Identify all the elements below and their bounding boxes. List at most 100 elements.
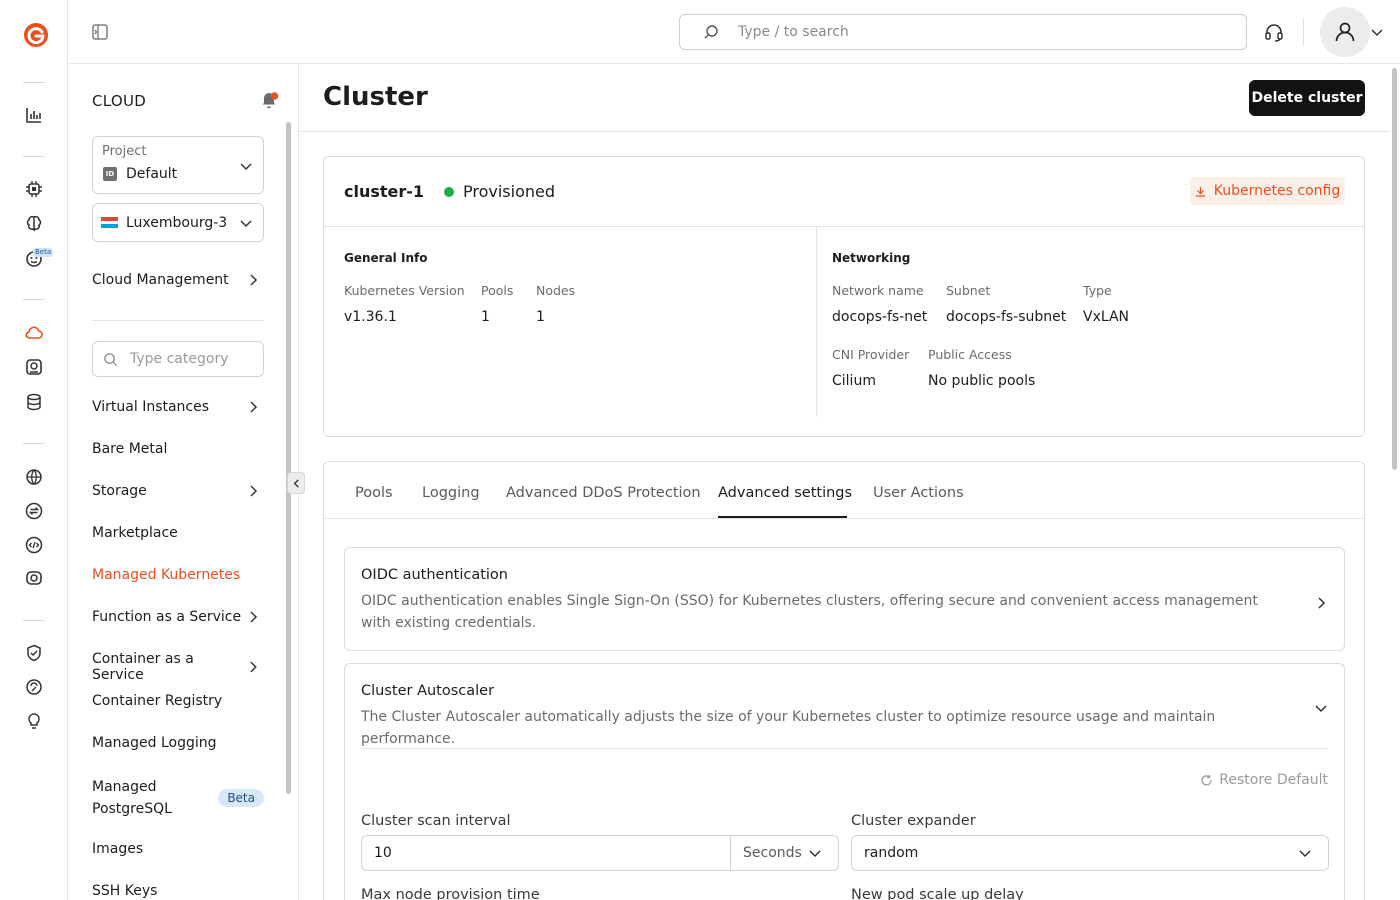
pools-value: 1 — [481, 309, 490, 325]
notification-bell-icon[interactable] — [258, 88, 280, 110]
global-search[interactable] — [679, 14, 1247, 50]
sidebar-item-label: Managed PostgreSQL — [92, 776, 172, 820]
sidebar-item-label: Container Registry — [92, 693, 223, 709]
category-search-input[interactable] — [130, 351, 250, 367]
download-icon — [1195, 186, 1205, 197]
global-search-input[interactable] — [738, 24, 1218, 40]
sidebar-collapse-handle[interactable] — [287, 472, 305, 494]
autoscaler-divider — [361, 748, 1328, 749]
category-search[interactable] — [92, 341, 264, 377]
region-selector[interactable]: Luxembourg-3 — [92, 203, 264, 242]
sidebar-item-label: Marketplace — [92, 525, 178, 541]
sidebar-item-function-as-a-service[interactable]: Function as a Service — [92, 609, 264, 625]
sidebar-item-storage[interactable]: Storage — [92, 483, 264, 499]
tab-advanced-settings[interactable]: Advanced settings — [718, 485, 852, 501]
chevron-down-icon[interactable] — [1314, 701, 1328, 715]
chevron-right-icon — [250, 274, 258, 286]
sidebar-item-label-line: Managed — [92, 779, 157, 795]
chevron-down-icon — [240, 163, 252, 171]
oidc-title: OIDC authentication — [361, 567, 508, 583]
bulb-icon[interactable] — [23, 710, 45, 732]
sidebar-item-ssh-keys[interactable]: SSH Keys — [92, 883, 264, 899]
sidebar-item-virtual-instances[interactable]: Virtual Instances — [92, 399, 264, 415]
oidc-description: OIDC authentication enables Single Sign-… — [361, 593, 1258, 631]
support-icon[interactable] — [23, 676, 45, 698]
network-name-value: docops-fs-net — [832, 309, 928, 325]
stream-icon[interactable] — [23, 567, 45, 589]
page-title: Cluster — [323, 82, 428, 112]
nodes-value: 1 — [536, 309, 545, 325]
project-value: ID Default — [103, 166, 177, 182]
cluster-status: Provisioned — [444, 182, 555, 201]
shield-check-icon[interactable] — [23, 642, 45, 664]
chevron-right-icon — [250, 661, 258, 673]
type-label: Type — [1083, 283, 1112, 298]
cloud-icon[interactable] — [23, 322, 45, 344]
sidebar-item-marketplace[interactable]: Marketplace — [92, 525, 264, 541]
cluster-name: cluster-1 — [344, 182, 425, 201]
sidebar: CLOUD Project ID Default Luxembourg-3 Cl… — [68, 64, 299, 900]
storage-disk-icon[interactable] — [23, 356, 45, 378]
sidebar-item-label: Storage — [92, 483, 147, 499]
sidebar-title: CLOUD — [92, 92, 147, 110]
analytics-icon[interactable] — [23, 104, 45, 126]
sidebar-item-container-registry[interactable]: Container Registry — [92, 693, 264, 709]
sidebar-item-managed-postgresql[interactable]: Managed PostgreSQL Beta — [92, 776, 264, 820]
main-scrollbar[interactable] — [1392, 68, 1397, 470]
project-name: Default — [126, 166, 178, 182]
autoscaler-title: Cluster Autoscaler — [361, 683, 495, 699]
project-label: Project — [102, 144, 147, 159]
expander-label: Cluster expander — [851, 813, 976, 829]
user-avatar[interactable] — [1320, 7, 1370, 57]
chevron-down-icon[interactable] — [1370, 25, 1384, 39]
status-dot-icon — [444, 186, 454, 197]
rail-divider — [23, 620, 45, 621]
oidc-accordion[interactable]: OIDC authentication OIDC authentication … — [344, 547, 1345, 651]
delete-cluster-button[interactable]: Delete cluster — [1249, 80, 1365, 116]
restore-default-label: Restore Default — [1219, 772, 1328, 788]
chevron-right-icon[interactable] — [1314, 596, 1328, 610]
active-tab-indicator — [718, 516, 847, 518]
sidebar-item-images[interactable]: Images — [92, 841, 264, 857]
kubernetes-config-label: Kubernetes config — [1213, 183, 1341, 199]
tab-logging[interactable]: Logging — [422, 485, 480, 501]
sidebar-item-bare-metal[interactable]: Bare Metal — [92, 441, 264, 457]
tab-pools[interactable]: Pools — [355, 485, 393, 501]
tab-user-actions[interactable]: User Actions — [873, 485, 964, 501]
scan-interval-value[interactable]: 10 — [362, 845, 730, 861]
database-icon[interactable] — [23, 391, 45, 413]
brand-logo[interactable] — [22, 21, 50, 49]
sidebar-item-label: Images — [92, 841, 144, 857]
sidebar-item-container-as-a-service[interactable]: Container as a Service — [92, 651, 264, 683]
sidebar-item-managed-logging[interactable]: Managed Logging — [92, 735, 264, 751]
scan-interval-field[interactable]: 10 Seconds — [361, 835, 839, 871]
chevron-down-icon — [1299, 850, 1311, 858]
scan-interval-unit-select[interactable]: Seconds — [730, 836, 838, 870]
brain-icon[interactable] — [23, 213, 45, 235]
main-content: Cluster Delete cluster cluster-1 Provisi… — [299, 64, 1400, 900]
sidebar-item-managed-kubernetes[interactable]: Managed Kubernetes — [92, 567, 264, 583]
ai-chip-icon[interactable] — [23, 178, 45, 200]
k8s-version-value: v1.36.1 — [344, 309, 397, 325]
sidebar-toggle-icon[interactable] — [92, 24, 108, 40]
globe-icon[interactable] — [23, 466, 45, 488]
chevron-right-icon — [250, 611, 258, 623]
expander-select[interactable]: random — [851, 835, 1329, 871]
sidebar-divider — [92, 320, 264, 321]
transfer-icon[interactable] — [23, 500, 45, 522]
kubernetes-config-button[interactable]: Kubernetes config — [1190, 177, 1345, 205]
project-selector[interactable]: Project ID Default — [92, 136, 264, 194]
chevron-down-icon — [809, 850, 821, 858]
sidebar-scrollbar[interactable] — [286, 122, 291, 794]
code-icon[interactable] — [23, 534, 45, 556]
cluster-overview-card: cluster-1 Provisioned Kubernetes config … — [323, 156, 1365, 437]
cluster-tabs-card: Pools Logging Advanced DDoS Protection A… — [323, 461, 1365, 900]
headset-icon[interactable] — [1263, 21, 1285, 43]
sidebar-item-cloud-management[interactable]: Cloud Management — [92, 272, 264, 288]
sidebar-item-label: Managed Logging — [92, 735, 217, 751]
sidebar-item-label: Managed Kubernetes — [92, 567, 241, 583]
restore-default-button[interactable]: Restore Default — [1200, 772, 1328, 788]
max-provision-time-label: Max node provision time — [361, 887, 540, 900]
tab-advanced-ddos-protection[interactable]: Advanced DDoS Protection — [506, 485, 701, 501]
id-badge-icon: ID — [103, 167, 117, 181]
